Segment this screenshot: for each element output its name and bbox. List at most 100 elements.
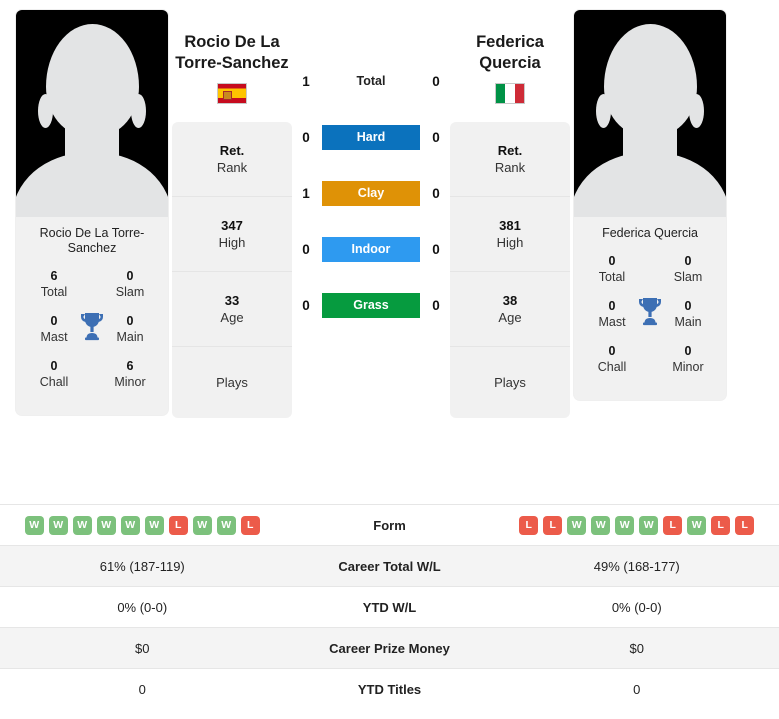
surface-row-total: 1 Total 0: [296, 68, 446, 95]
form-badge-l[interactable]: L: [168, 515, 188, 535]
trophy-label: Mast: [40, 330, 68, 344]
avatar-ear-right: [689, 94, 704, 128]
info-value: 381: [499, 218, 521, 233]
info-cell-age: 33 Age: [172, 272, 292, 347]
form-badge-w[interactable]: W: [120, 515, 140, 535]
right-career-total-wl: 49% (168-177): [593, 558, 680, 574]
left-player-info-column: Rocio De La Torre-Sanchez Ret. Rank 347 …: [172, 10, 292, 418]
right-form-cell: LLWWWWLWLL: [495, 515, 779, 535]
trophy-value: 0: [126, 314, 134, 328]
left-player-name-line1: Rocio De La: [184, 33, 280, 51]
info-cell-age: 38 Age: [450, 272, 570, 347]
info-cell-rank: Ret. Rank: [172, 122, 292, 197]
form-badge-w[interactable]: W: [24, 515, 44, 535]
trophy-label: Total: [40, 285, 68, 299]
form-badge-w[interactable]: W: [144, 515, 164, 535]
trophy-label: Minor: [114, 375, 146, 389]
row-label-ytd-wl: YTD W/L: [362, 599, 417, 615]
trophy-value: 0: [684, 344, 692, 358]
avatar-ear-right: [131, 94, 146, 128]
trophy-stat-mast: 0 Mast: [28, 313, 80, 345]
surface-comparison: 1 Total 0 0 Hard 0 1 Clay 0 0 Indoor 0 0: [296, 10, 446, 319]
info-label: Rank: [216, 160, 248, 175]
left-form-cell: WWWWWWLWWL: [0, 515, 285, 535]
surface-left-value: 1: [302, 186, 310, 201]
trophy-stat-main: 0 Main: [104, 313, 156, 345]
form-badge-w[interactable]: W: [615, 515, 635, 535]
right-player-info-column: Federica Quercia Ret. Rank 381 High 38 A…: [450, 10, 570, 418]
left-player-name-block: Rocio De La Torre-Sanchez: [172, 10, 292, 104]
trophy-value: 6: [126, 359, 134, 373]
right-ytd-titles: 0: [633, 681, 641, 697]
right-form-badges: LLWWWWLWLL: [495, 515, 779, 535]
avatar-body: [16, 153, 168, 217]
info-cell-high: 347 High: [172, 197, 292, 272]
trophy-value: 0: [684, 299, 692, 313]
trophy-stat-total: 0 Total: [586, 253, 638, 285]
info-label: Age: [220, 310, 244, 325]
row-label-career-total-wl: Career Total W/L: [338, 558, 441, 574]
trophy-stat-chall: 0 Chall: [586, 343, 638, 375]
right-player-trophy-stats: 0 Total 0 Slam 0 Mast 0 Main 0 Chall 0 M…: [574, 249, 726, 400]
right-player-card[interactable]: Federica Quercia 0 Total 0 Slam 0 Mast 0…: [574, 10, 726, 400]
left-player-photo-caption: Rocio De La Torre-Sanchez: [39, 226, 145, 255]
surface-label-grass: Grass: [322, 293, 420, 318]
info-value: 347: [221, 218, 243, 233]
left-player-photo: [16, 10, 168, 217]
info-cell-plays: Plays: [172, 347, 292, 418]
form-badge-l[interactable]: L: [543, 515, 563, 535]
trophy-row: 0 Total 0 Slam: [578, 253, 722, 285]
trophy-stat-minor: 0 Minor: [662, 343, 714, 375]
form-badge-l[interactable]: L: [711, 515, 731, 535]
form-badge-w[interactable]: W: [96, 515, 116, 535]
form-badge-l[interactable]: L: [663, 515, 683, 535]
left-player-name-line2: Torre-Sanchez: [175, 54, 289, 72]
form-badge-w[interactable]: W: [72, 515, 92, 535]
form-badge-l[interactable]: L: [240, 515, 260, 535]
left-player-card[interactable]: Rocio De La Torre-Sanchez 6 Total 0 Slam: [16, 10, 168, 415]
info-label: Age: [498, 310, 522, 325]
surface-label-indoor: Indoor: [322, 237, 420, 262]
trophy-row: 6 Total 0 Slam: [20, 268, 164, 300]
info-cell-high: 381 High: [450, 197, 570, 272]
form-badge-w[interactable]: W: [639, 515, 659, 535]
form-badge-w[interactable]: W: [48, 515, 68, 535]
trophy-value: 0: [50, 314, 58, 328]
trophy-label: Slam: [115, 285, 145, 299]
form-badge-w[interactable]: W: [591, 515, 611, 535]
trophy-stat-slam: 0 Slam: [662, 253, 714, 285]
form-badge-w[interactable]: W: [192, 515, 212, 535]
surface-row-hard: 0 Hard 0: [296, 124, 446, 151]
surface-label-hard: Hard: [322, 125, 420, 150]
trophy-value: 0: [608, 299, 616, 313]
row-label-career-prize-money: Career Prize Money: [329, 640, 450, 656]
trophy-icon: [639, 298, 661, 326]
trophy-value: 0: [126, 269, 134, 283]
trophy-label: Main: [116, 330, 144, 344]
trophy-label: Chall: [597, 360, 627, 374]
form-badge-l[interactable]: L: [519, 515, 539, 535]
surface-right-value: 0: [432, 130, 440, 145]
right-ytd-wl: 0% (0-0): [611, 599, 662, 615]
table-row-form: WWWWWWLWWL Form LLWWWWLWLL: [0, 504, 779, 545]
left-player-trophy-stats: 6 Total 0 Slam 0 Mast 0 Main 0 Chall 6 M…: [16, 264, 168, 415]
trophy-label: Mast: [598, 315, 626, 329]
info-cell-rank: Ret. Rank: [450, 122, 570, 197]
surface-right-value: 0: [432, 186, 440, 201]
trophy-label: Chall: [39, 375, 69, 389]
right-player-info-card: Ret. Rank 381 High 38 Age Plays: [450, 122, 570, 418]
form-badge-l[interactable]: L: [735, 515, 755, 535]
left-player-info-card: Ret. Rank 347 High 33 Age Plays: [172, 122, 292, 418]
right-player-photo-column: Federica Quercia 0 Total 0 Slam 0 Mast 0…: [574, 10, 726, 400]
trophy-value: 6: [50, 269, 58, 283]
form-badge-w[interactable]: W: [216, 515, 236, 535]
surface-left-value: 0: [302, 130, 310, 145]
form-badge-w[interactable]: W: [567, 515, 587, 535]
trophy-stat-minor: 6 Minor: [104, 358, 156, 390]
comparison-table: WWWWWWLWWL Form LLWWWWLWLL 61% (187-119)…: [0, 504, 779, 709]
row-label-form: Form: [373, 517, 406, 533]
info-value: 33: [224, 293, 240, 308]
form-badge-w[interactable]: W: [687, 515, 707, 535]
trophy-value: 0: [608, 254, 616, 268]
left-career-prize-money: $0: [135, 640, 150, 656]
